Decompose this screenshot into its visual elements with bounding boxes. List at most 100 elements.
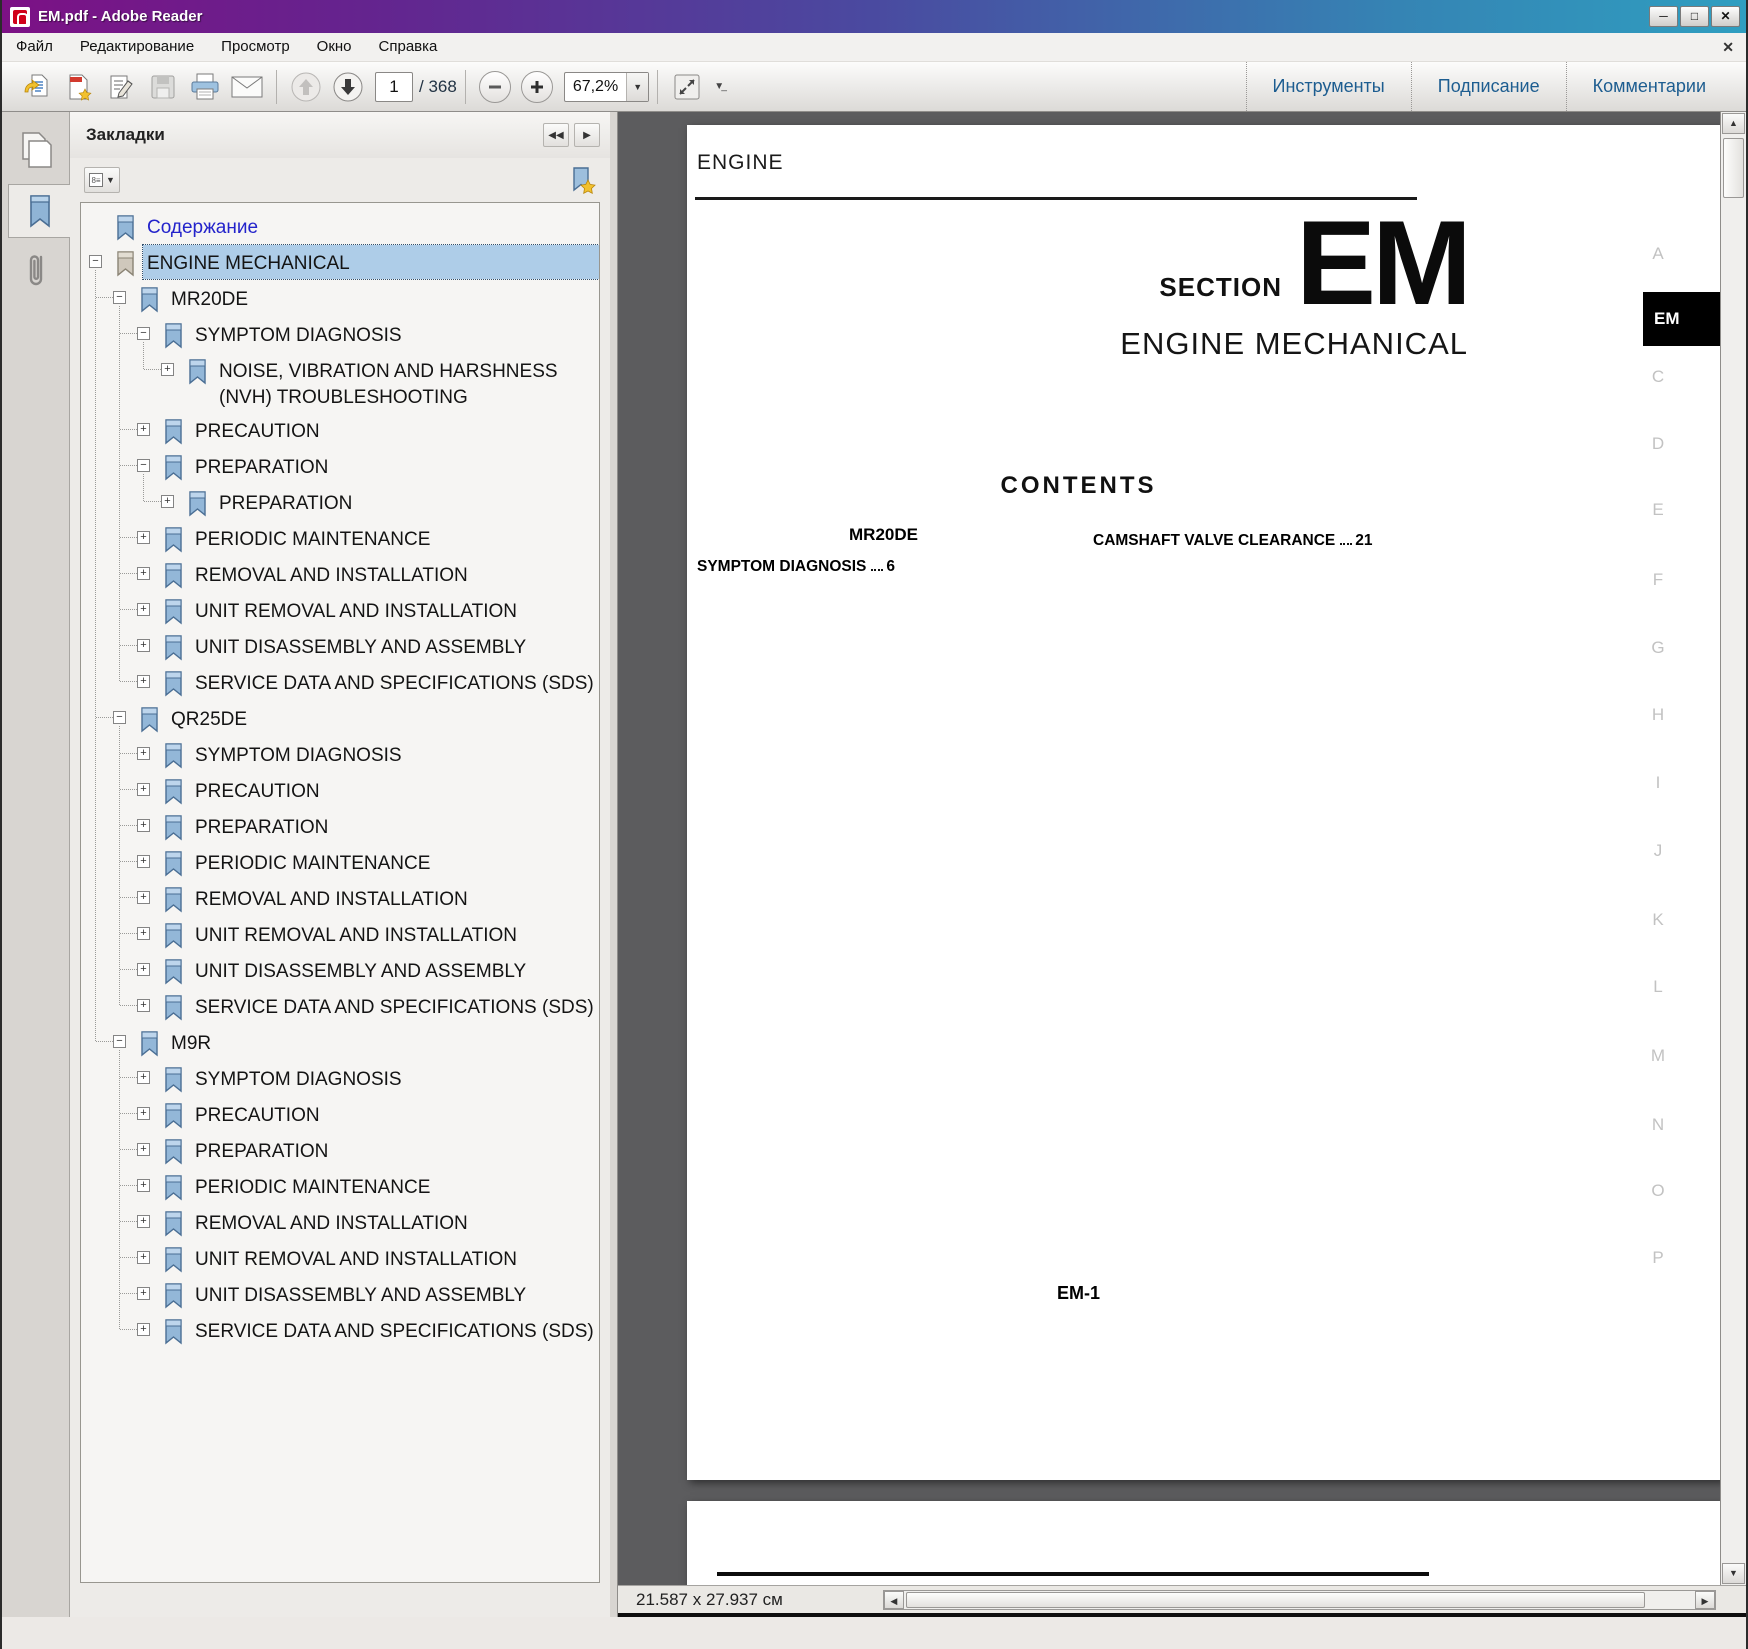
expand-toggle-icon[interactable]: + <box>137 1251 150 1264</box>
open-file-icon[interactable] <box>16 67 58 107</box>
bookmark-item[interactable]: + UNIT REMOVAL AND INSTALLATION <box>81 917 599 953</box>
bookmark-label[interactable]: M9R <box>167 1025 599 1059</box>
sign-document-icon[interactable] <box>100 67 142 107</box>
attachments-icon[interactable] <box>16 248 56 292</box>
bookmark-item[interactable]: +REMOVAL AND INSTALLATION <box>81 557 599 593</box>
bookmark-label[interactable]: UNIT DISASSEMBLY AND ASSEMBLY <box>191 953 599 987</box>
menu-item[interactable]: Файл <box>16 38 53 55</box>
bookmark-label[interactable]: SERVICE DATA AND SPECIFICATIONS (SDS) <box>191 665 599 699</box>
bookmark-item[interactable]: +PREPARATION <box>81 809 599 845</box>
bookmark-item[interactable]: + UNIT REMOVAL AND INSTALLATION <box>81 593 599 629</box>
email-icon[interactable] <box>226 67 268 107</box>
toolbar-text-button[interactable]: Комментарии <box>1566 62 1732 111</box>
toolbar-overflow-icon[interactable]: ▼̲ <box>714 81 724 92</box>
bookmark-label[interactable]: Содержание <box>143 209 599 243</box>
bookmark-item[interactable]: +SYMPTOM DIAGNOSIS <box>81 1061 599 1097</box>
menu-item[interactable]: Окно <box>317 38 352 55</box>
expand-toggle-icon[interactable]: + <box>137 1071 150 1084</box>
toolbar-text-button[interactable]: Подписание <box>1411 62 1566 111</box>
expand-toggle-icon[interactable]: − <box>137 459 150 472</box>
menu-item[interactable]: Редактирование <box>80 38 194 55</box>
bookmark-item[interactable]: +PERIODIC MAINTENANCE <box>81 845 599 881</box>
bookmark-label[interactable]: SYMPTOM DIAGNOSIS <box>191 317 599 351</box>
scroll-down-icon[interactable]: ▼ <box>1722 1563 1745 1584</box>
expand-toggle-icon[interactable]: + <box>137 567 150 580</box>
save-icon[interactable] <box>142 67 184 107</box>
bookmark-label[interactable]: NOISE, VIBRATION AND HARSHNESS (NVH) TRO… <box>215 353 599 413</box>
bookmark-item[interactable]: + UNIT DISASSEMBLY AND ASSEMBLY <box>81 1277 599 1313</box>
bookmark-item[interactable]: +SERVICE DATA AND SPECIFICATIONS (SDS) <box>81 989 599 1025</box>
bookmark-label[interactable]: PREPARATION <box>215 485 599 519</box>
page-thumbnails-icon[interactable] <box>16 128 56 172</box>
bookmark-label[interactable]: ENGINE MECHANICAL <box>143 245 599 279</box>
vertical-scrollbar[interactable]: ▲ ▼ <box>1720 112 1746 1585</box>
scroll-left-icon[interactable]: ◀ <box>884 1591 904 1609</box>
expand-toggle-icon[interactable]: − <box>113 1035 126 1048</box>
horizontal-scroll-thumb[interactable] <box>906 1592 1645 1608</box>
expand-toggle-icon[interactable]: − <box>89 255 102 268</box>
bookmark-item[interactable]: + NOISE, VIBRATION AND HARSHNESS (NVH) TR… <box>81 353 599 413</box>
bookmark-item[interactable]: +PERIODIC MAINTENANCE <box>81 1169 599 1205</box>
expand-toggle-icon[interactable]: + <box>137 783 150 796</box>
bookmark-label[interactable]: PERIODIC MAINTENANCE <box>191 521 599 555</box>
bookmark-item[interactable]: − SYMPTOM DIAGNOSIS <box>81 317 599 353</box>
page-number-input[interactable]: 1 <box>375 72 413 102</box>
bookmark-item[interactable]: − ENGINE MECHANICAL <box>81 245 599 281</box>
zoom-in-icon[interactable] <box>516 67 558 107</box>
expand-toggle-icon[interactable]: + <box>137 1107 150 1120</box>
bookmark-item[interactable]: + SERVICE DATA AND SPECIFICATIONS (SDS) <box>81 665 599 701</box>
bookmark-label[interactable]: MR20DE <box>167 281 599 315</box>
bookmarks-icon[interactable] <box>8 184 70 238</box>
bookmark-item[interactable]: + SYMPTOM DIAGNOSIS <box>81 737 599 773</box>
bookmark-label[interactable]: REMOVAL AND INSTALLATION <box>191 881 599 915</box>
bookmark-label[interactable]: PREPARATION <box>191 1133 599 1167</box>
bookmark-item[interactable]: + UNIT REMOVAL AND INSTALLATION <box>81 1241 599 1277</box>
expand-toggle-icon[interactable]: + <box>161 363 174 376</box>
expand-toggle-icon[interactable]: + <box>137 603 150 616</box>
toolbar-text-button[interactable]: Инструменты <box>1246 62 1411 111</box>
expand-toggle-icon[interactable]: + <box>137 639 150 652</box>
bookmark-item[interactable]: + PRECAUTION <box>81 773 599 809</box>
bookmark-label[interactable]: QR25DE <box>167 701 599 735</box>
bookmark-item[interactable]: + REMOVAL AND INSTALLATION <box>81 881 599 917</box>
bookmark-item[interactable]: −QR25DE <box>81 701 599 737</box>
bookmark-label[interactable]: REMOVAL AND INSTALLATION <box>191 1205 599 1239</box>
menu-item[interactable]: Просмотр <box>221 38 290 55</box>
fit-page-icon[interactable] <box>666 67 708 107</box>
expand-toggle-icon[interactable]: + <box>137 999 150 1012</box>
bookmark-label[interactable]: UNIT DISASSEMBLY AND ASSEMBLY <box>191 1277 599 1311</box>
bookmark-label[interactable]: PRECAUTION <box>191 413 599 447</box>
vertical-scroll-thumb[interactable] <box>1723 138 1744 198</box>
expand-toggle-icon[interactable]: + <box>137 927 150 940</box>
bookmark-item[interactable]: +SERVICE DATA AND SPECIFICATIONS (SDS) <box>81 1313 599 1349</box>
bookmark-label[interactable]: UNIT REMOVAL AND INSTALLATION <box>191 917 599 951</box>
expand-toggle-icon[interactable]: + <box>137 1287 150 1300</box>
expand-toggle-icon[interactable]: + <box>137 819 150 832</box>
next-page-icon[interactable] <box>327 67 369 107</box>
bookmark-item[interactable]: +PRECAUTION <box>81 413 599 449</box>
menu-item[interactable]: Справка <box>379 38 438 55</box>
bookmark-label[interactable]: UNIT REMOVAL AND INSTALLATION <box>191 1241 599 1275</box>
bookmark-item[interactable]: +PRECAUTION <box>81 1097 599 1133</box>
maximize-button[interactable]: □ <box>1680 6 1709 27</box>
bookmark-item[interactable]: − M9R <box>81 1025 599 1061</box>
expand-toggle-icon[interactable]: + <box>137 891 150 904</box>
collapse-panel-icon[interactable]: ◀◀ <box>543 123 569 147</box>
zoom-level-combo[interactable]: 67,2% ▼ <box>564 72 649 102</box>
options-list-icon[interactable]: 8≡▼ <box>84 167 120 193</box>
expand-toggle-icon[interactable]: + <box>137 747 150 760</box>
expand-toggle-icon[interactable]: − <box>137 327 150 340</box>
close-button[interactable]: ✕ <box>1711 6 1740 27</box>
expand-toggle-icon[interactable]: + <box>137 963 150 976</box>
bookmark-item[interactable]: +UNIT DISASSEMBLY AND ASSEMBLY <box>81 629 599 665</box>
expand-toggle-icon[interactable]: + <box>161 495 174 508</box>
scroll-right-icon[interactable]: ▶ <box>1695 1591 1715 1609</box>
expand-toggle-icon[interactable]: + <box>137 675 150 688</box>
print-icon[interactable] <box>184 67 226 107</box>
bookmark-label[interactable]: SYMPTOM DIAGNOSIS <box>191 737 599 771</box>
bookmark-label[interactable]: UNIT REMOVAL AND INSTALLATION <box>191 593 599 627</box>
expand-toggle-icon[interactable]: − <box>113 291 126 304</box>
bookmark-item[interactable]: +REMOVAL AND INSTALLATION <box>81 1205 599 1241</box>
bookmark-label[interactable]: PRECAUTION <box>191 773 599 807</box>
bookmark-label[interactable]: SERVICE DATA AND SPECIFICATIONS (SDS) <box>191 1313 599 1347</box>
